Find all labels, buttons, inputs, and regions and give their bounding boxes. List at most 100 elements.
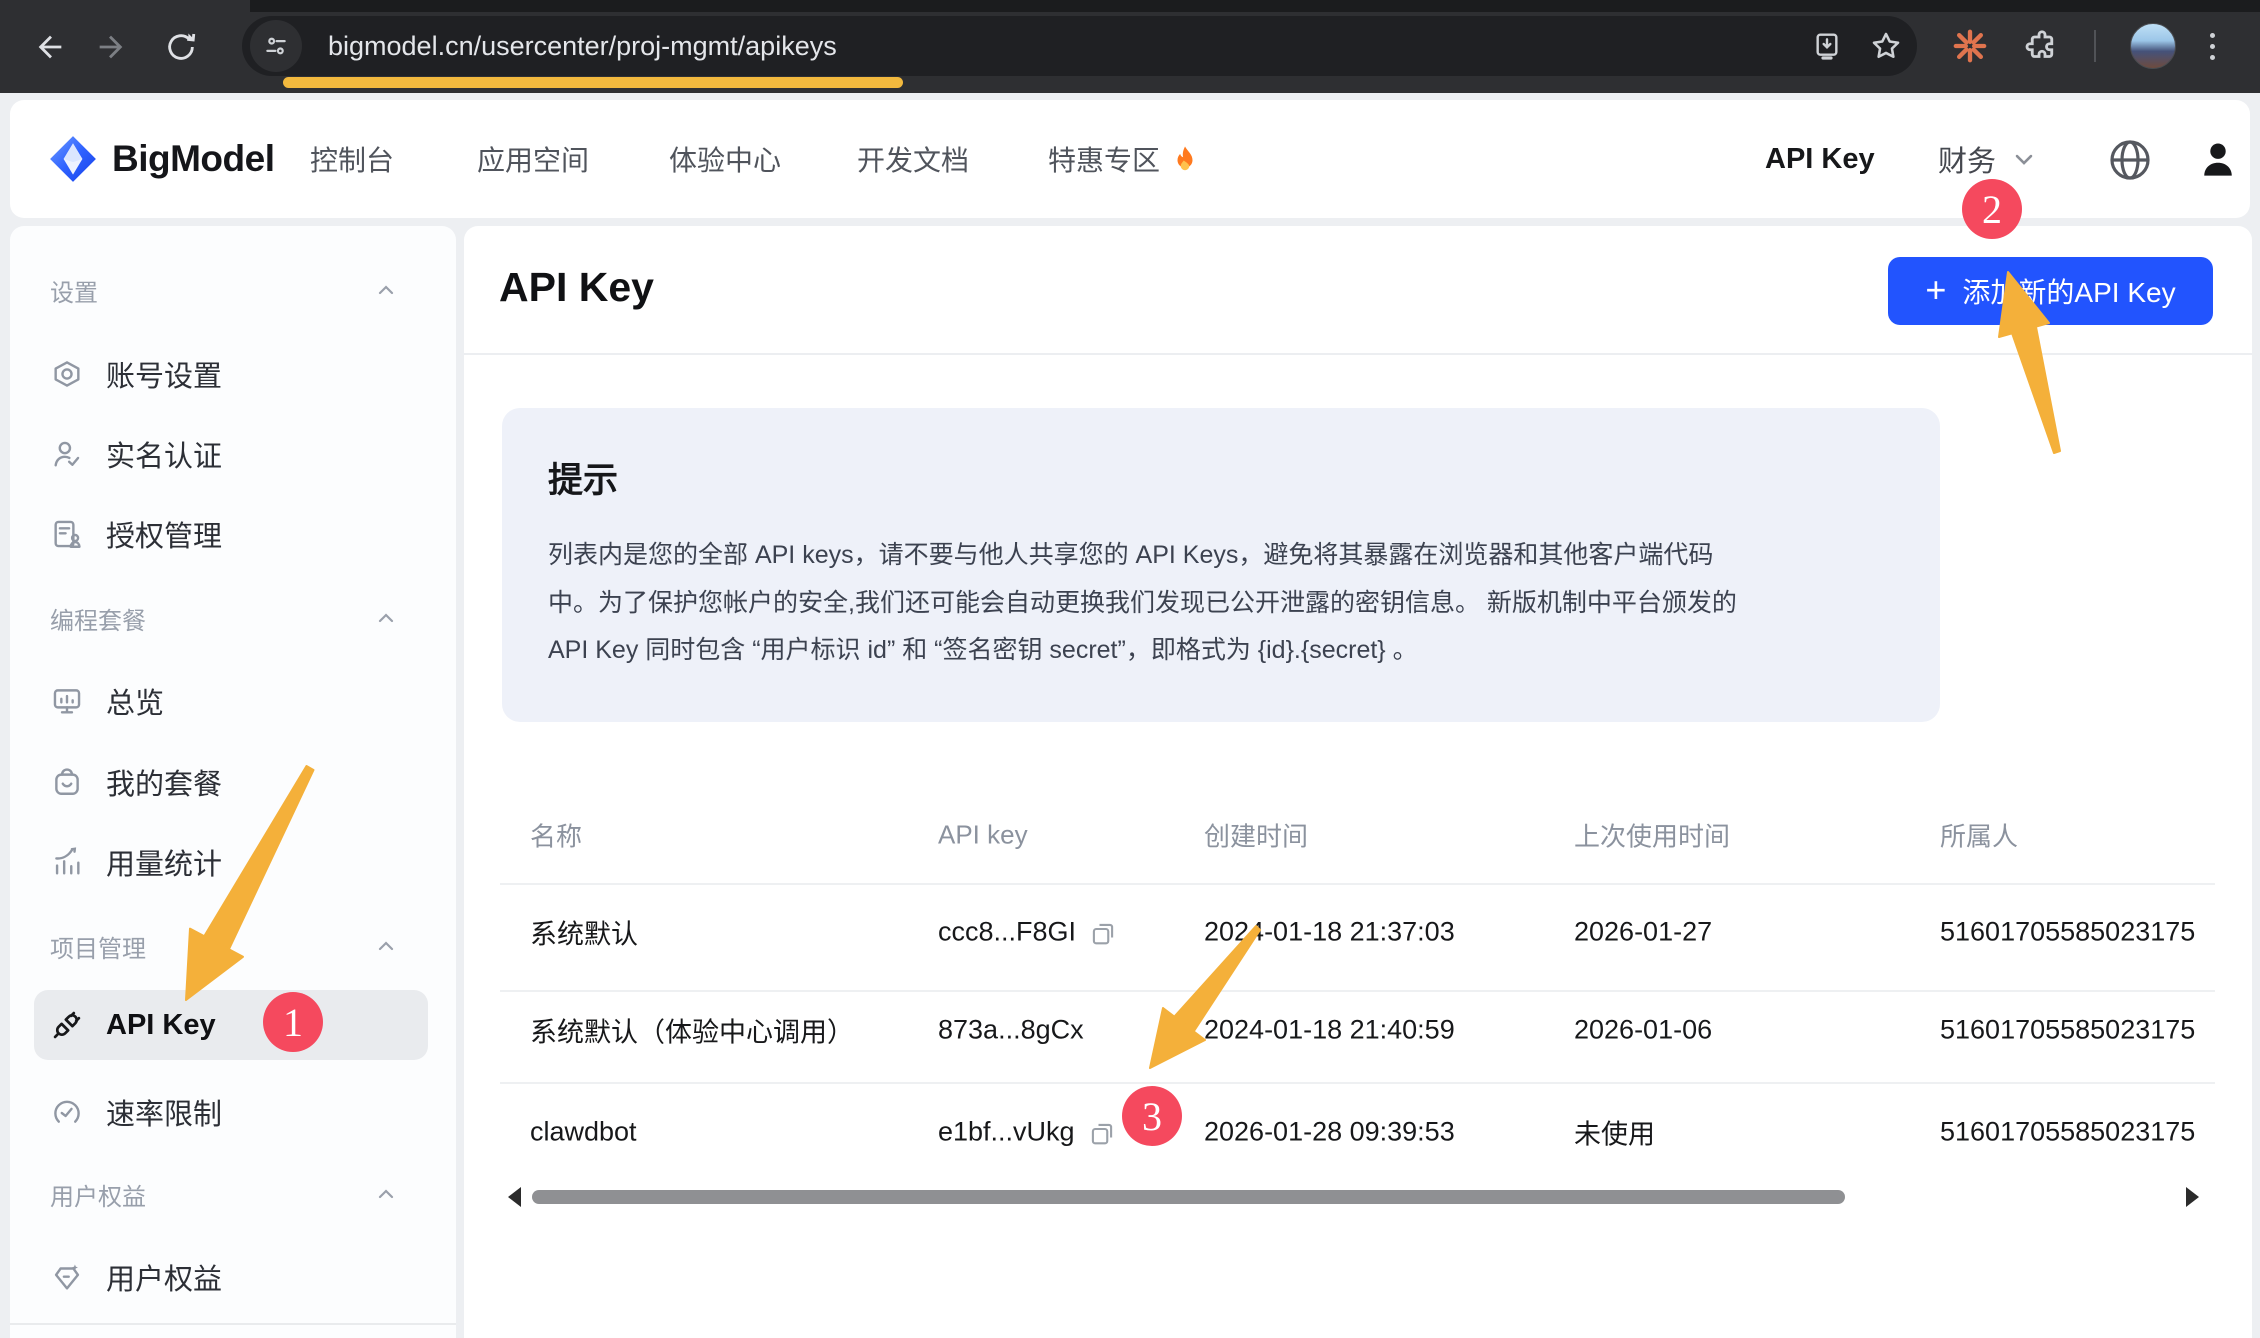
notice-line: API Key 同时包含 “用户标识 id” 和 “签名密钥 secret”，即…: [548, 627, 1737, 675]
nav-experience-center[interactable]: 体验中心: [669, 100, 781, 218]
forward-button[interactable]: [90, 26, 132, 68]
table-row-2-name: 系统默认（体验中心调用）: [530, 1011, 854, 1050]
nav-app-space[interactable]: 应用空间: [477, 100, 589, 218]
url-text[interactable]: bigmodel.cn/usercenter/proj-mgmt/apikeys: [328, 31, 837, 62]
scrollbar-right-arrow[interactable]: [2186, 1187, 2199, 1207]
back-arrow-icon: [33, 30, 67, 64]
globe-icon: [2106, 136, 2154, 184]
refresh-button[interactable]: [160, 26, 202, 68]
browser-chrome: bigmodel.cn/usercenter/proj-mgmt/apikeys: [0, 0, 2260, 93]
bookmark-star-icon[interactable]: [1869, 29, 1903, 63]
col-header-created: 创建时间: [1204, 817, 1308, 854]
forward-arrow-icon: [94, 30, 128, 64]
chevron-up-icon: [374, 1182, 398, 1206]
gear-icon: [50, 357, 84, 391]
table-row-2-owner: 51601705585023175: [1940, 1015, 2195, 1046]
language-globe-button[interactable]: [2106, 136, 2154, 184]
site-info-button[interactable]: [250, 20, 302, 72]
sidebar-item-authorization-management[interactable]: 授权管理: [38, 502, 432, 566]
brand-name: BigModel: [112, 138, 274, 180]
plug-icon: [50, 1008, 84, 1042]
copy-icon[interactable]: [1088, 917, 1118, 947]
chevron-up-icon: [374, 278, 398, 302]
flame-icon: [1170, 144, 1200, 174]
refresh-icon: [164, 30, 198, 64]
sidebar-bottom-divider: [10, 1323, 456, 1325]
notice-box: 提示 列表内是您的全部 API keys，请不要与他人共享您的 API Keys…: [502, 408, 1940, 722]
sidebar-item-my-plan[interactable]: 我的套餐: [38, 750, 432, 814]
sidebar: 设置 账号设置 实名认证 授权管理 编程套餐: [10, 226, 456, 1338]
screenshot-stage: bigmodel.cn/usercenter/proj-mgmt/apikeys: [0, 0, 2260, 1338]
table-divider: [500, 883, 2215, 885]
claude-extension-icon[interactable]: [1950, 26, 1990, 66]
table-row-1-last-used: 2026-01-27: [1574, 917, 1712, 948]
table-row-3-name: clawdbot: [530, 1117, 637, 1148]
col-header-last-used: 上次使用时间: [1574, 817, 1730, 854]
table-row-2-key: 873a...8gCx: [938, 1015, 1084, 1046]
url-bar[interactable]: bigmodel.cn/usercenter/proj-mgmt/apikeys: [242, 16, 1917, 76]
chevron-down-icon: [2010, 145, 2038, 173]
sidebar-section-project-management[interactable]: 项目管理: [38, 924, 432, 968]
sidebar-item-identity-verification[interactable]: 实名认证: [38, 422, 432, 486]
annotation-url-underline: [283, 77, 903, 88]
browser-tabstrip: [0, 0, 2260, 12]
sidebar-item-usage-statistics[interactable]: 用量统计: [38, 830, 432, 894]
extensions-puzzle-icon[interactable]: [2024, 28, 2060, 64]
header-api-key-link[interactable]: API Key: [1765, 100, 1875, 218]
document-person-icon: [50, 517, 84, 551]
table-row-3-created: 2026-01-28 09:39:53: [1204, 1117, 1455, 1148]
table-row-3-last-used: 未使用: [1574, 1113, 1655, 1152]
annotation-badge-1: 1: [263, 992, 323, 1052]
gauge-icon: [50, 1095, 84, 1129]
table-row-1-key: ccc8...F8GI: [938, 917, 1118, 948]
notice-line: 列表内是您的全部 API keys，请不要与他人共享您的 API Keys，避免…: [548, 532, 1737, 580]
user-menu-button[interactable]: [2196, 138, 2240, 182]
monitor-icon: [50, 684, 84, 718]
title-divider: [464, 353, 2252, 355]
table-row-1-owner: 51601705585023175: [1940, 917, 2195, 948]
table-row-3-owner: 51601705585023175: [1940, 1117, 2195, 1148]
sidebar-section-coding-plan[interactable]: 编程套餐: [38, 596, 432, 640]
bag-icon: [50, 765, 84, 799]
browser-menu-button[interactable]: [2210, 33, 2215, 60]
notice-title: 提示: [548, 452, 618, 503]
sidebar-item-account-settings[interactable]: 账号设置: [38, 342, 432, 406]
copy-icon[interactable]: [1087, 1117, 1117, 1147]
nav-special-offers[interactable]: 特惠专区: [1048, 100, 1200, 218]
brand-logo[interactable]: BigModel: [48, 100, 274, 218]
sidebar-section-user-benefits[interactable]: 用户权益: [38, 1172, 432, 1216]
table-row-1-name: 系统默认: [530, 913, 638, 952]
person-icon: [2196, 138, 2240, 182]
plus-icon: +: [1925, 272, 1946, 308]
add-api-key-button[interactable]: + 添加新的API Key: [1888, 257, 2213, 325]
horizontal-scrollbar-thumb[interactable]: [532, 1190, 1845, 1204]
table-divider: [500, 990, 2215, 992]
person-check-icon: [50, 437, 84, 471]
scrollbar-left-arrow[interactable]: [508, 1187, 521, 1207]
page-title: API Key: [499, 264, 654, 311]
table-row-1-created: 2024-01-18 21:37:03: [1204, 917, 1455, 948]
main-panel: API Key + 添加新的API Key 提示 列表内是您的全部 API ke…: [464, 226, 2252, 1338]
sidebar-item-rate-limit[interactable]: 速率限制: [38, 1080, 432, 1144]
install-icon[interactable]: [1811, 30, 1843, 62]
bigmodel-logo-icon: [48, 134, 98, 184]
bar-chart-trend-icon: [50, 845, 84, 879]
notice-body: 列表内是您的全部 API keys，请不要与他人共享您的 API Keys，避免…: [548, 532, 1737, 675]
toolbar-separator: [2094, 30, 2096, 62]
chevron-up-icon: [374, 934, 398, 958]
sidebar-item-user-benefits[interactable]: 用户权益: [38, 1245, 432, 1309]
profile-avatar[interactable]: [2130, 23, 2176, 69]
table-row-2-last-used: 2026-01-06: [1574, 1015, 1712, 1046]
chevron-up-icon: [374, 606, 398, 630]
nav-dev-docs[interactable]: 开发文档: [857, 100, 969, 218]
nav-console[interactable]: 控制台: [310, 100, 394, 218]
annotation-badge-3: 3: [1122, 1086, 1182, 1146]
active-tab[interactable]: [0, 0, 250, 12]
back-button[interactable]: [29, 26, 71, 68]
sidebar-item-api-key[interactable]: API Key: [38, 993, 432, 1057]
sidebar-section-settings[interactable]: 设置: [38, 268, 432, 312]
sidebar-item-overview[interactable]: 总览: [38, 669, 432, 733]
site-header: BigModel 控制台 应用空间 体验中心 开发文档 特惠专区 API Key…: [10, 100, 2250, 218]
col-header-api-key: API key: [938, 820, 1028, 851]
table-divider: [500, 1082, 2215, 1084]
